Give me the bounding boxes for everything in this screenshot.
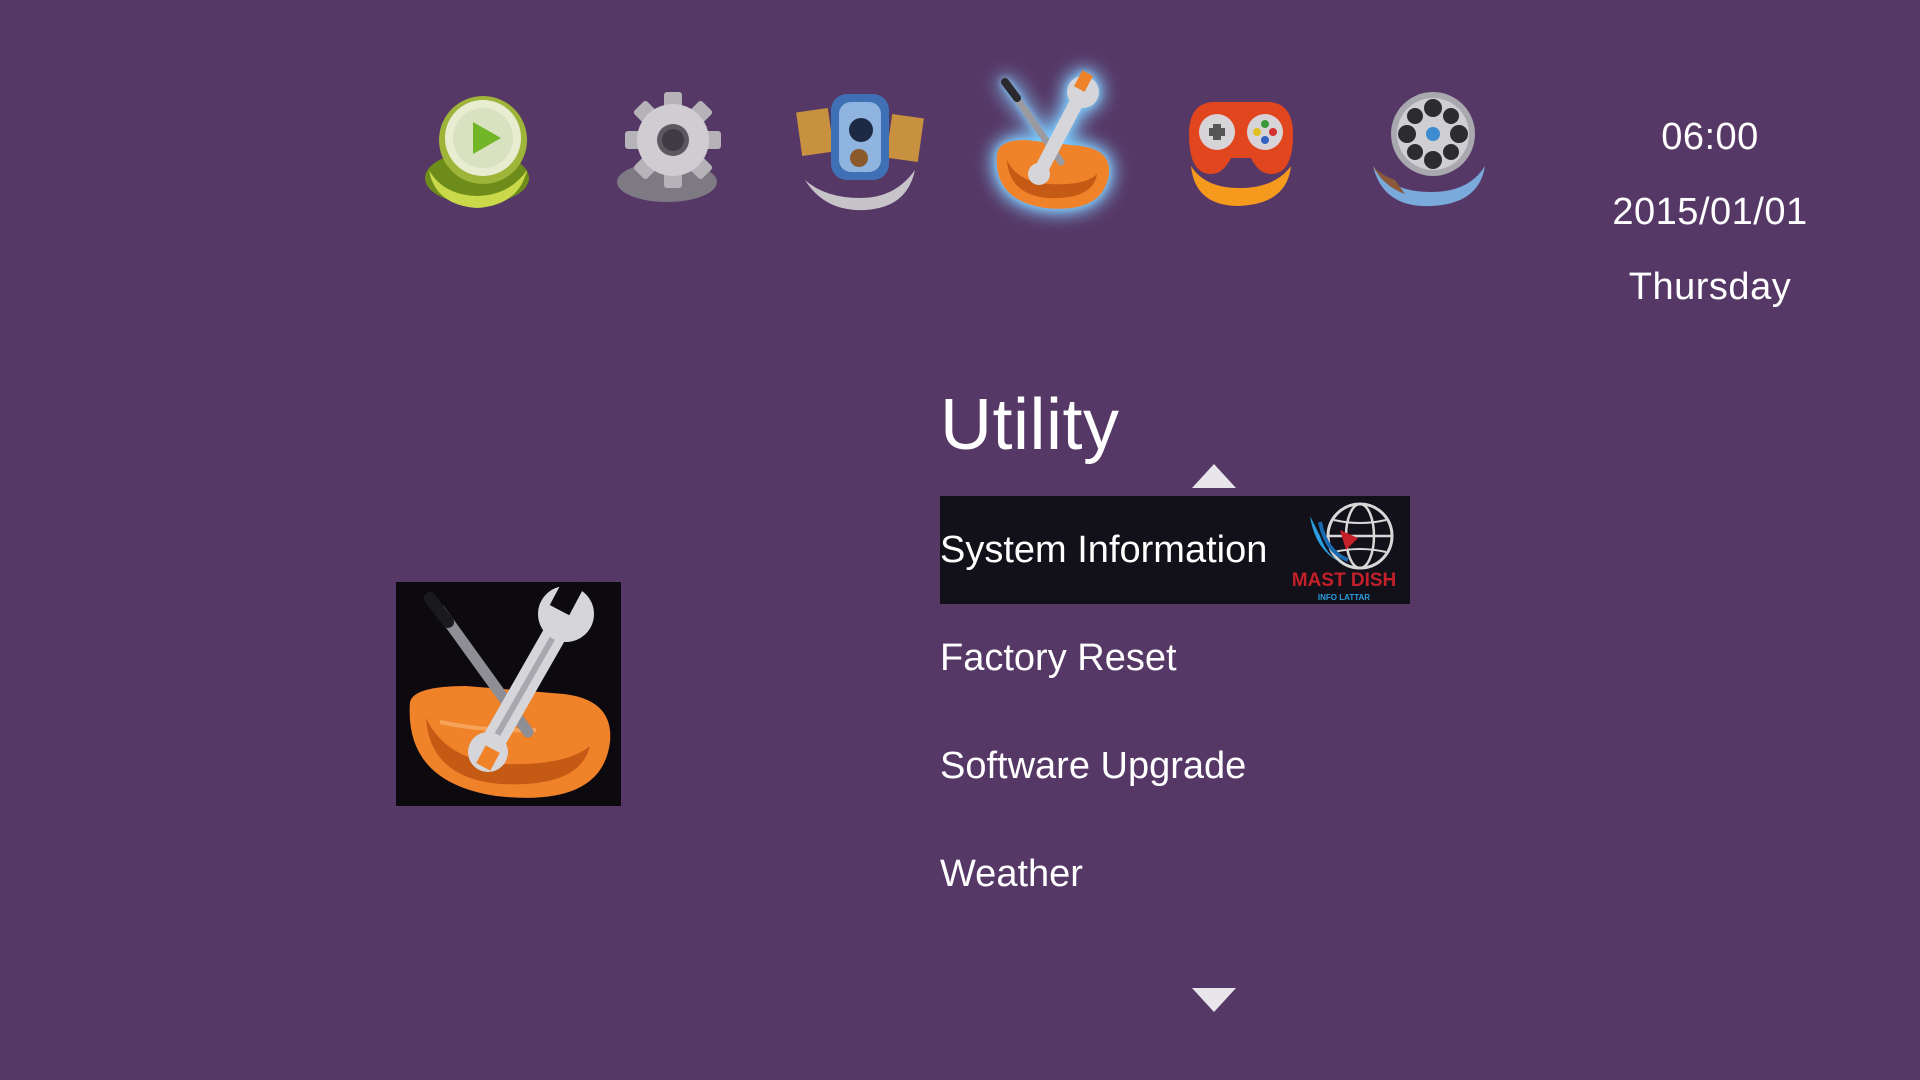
gear-icon — [617, 92, 721, 202]
menu-item-label: Weather — [940, 853, 1083, 895]
nav-item-media-player[interactable] — [415, 70, 545, 220]
scroll-up-arrow[interactable] — [1190, 462, 1238, 490]
datetime-panel: 06:00 2015/01/01 Thursday — [1560, 100, 1860, 325]
utility-preview-image — [396, 582, 621, 806]
clock-day: Thursday — [1628, 266, 1792, 308]
menu-item-system-information[interactable]: System Information MAST DISH INFO LATTAR — [940, 496, 1410, 604]
watermark-logo: MAST DISH INFO LATTAR — [1280, 496, 1410, 604]
clock-time: 06:00 — [1661, 116, 1759, 158]
tools-icon — [409, 582, 611, 798]
nav-item-multimedia[interactable] — [1365, 70, 1495, 220]
clock-date: 2015/01/01 — [1612, 191, 1808, 233]
triangle-down-icon — [1192, 988, 1236, 1012]
nav-item-installation[interactable] — [795, 70, 925, 220]
scroll-down-arrow[interactable] — [1190, 986, 1238, 1014]
nav-item-utility[interactable] — [985, 70, 1115, 220]
play-icon — [425, 96, 529, 208]
nav-item-system-setup[interactable] — [605, 70, 735, 220]
film-reel-icon — [1373, 92, 1485, 207]
menu-item-label: Software Upgrade — [940, 745, 1247, 787]
triangle-up-icon — [1192, 464, 1236, 488]
nav-item-games[interactable] — [1175, 70, 1305, 220]
globe-dish-logo-icon: MAST DISH INFO LATTAR — [1292, 502, 1397, 602]
utility-menu-list: System Information MAST DISH INFO LATTAR… — [940, 496, 1410, 928]
satellite-icon — [796, 94, 924, 211]
watermark-subtext: INFO LATTAR — [1318, 593, 1370, 602]
watermark-brand: MAST DISH — [1292, 570, 1397, 591]
menu-item-weather[interactable]: Weather — [940, 820, 1410, 928]
menu-item-label: Factory Reset — [940, 637, 1177, 679]
utility-menu-screen: 06:00 2015/01/01 Thursday Utility System… — [0, 0, 1920, 1080]
menu-item-factory-reset[interactable]: Factory Reset — [940, 604, 1410, 712]
tools-icon — [996, 70, 1110, 209]
menu-item-label: System Information — [940, 529, 1268, 571]
menu-item-software-upgrade[interactable]: Software Upgrade — [940, 712, 1410, 820]
main-nav-bar — [415, 70, 1495, 240]
gamepad-icon — [1189, 101, 1293, 206]
page-title: Utility — [940, 385, 1120, 465]
